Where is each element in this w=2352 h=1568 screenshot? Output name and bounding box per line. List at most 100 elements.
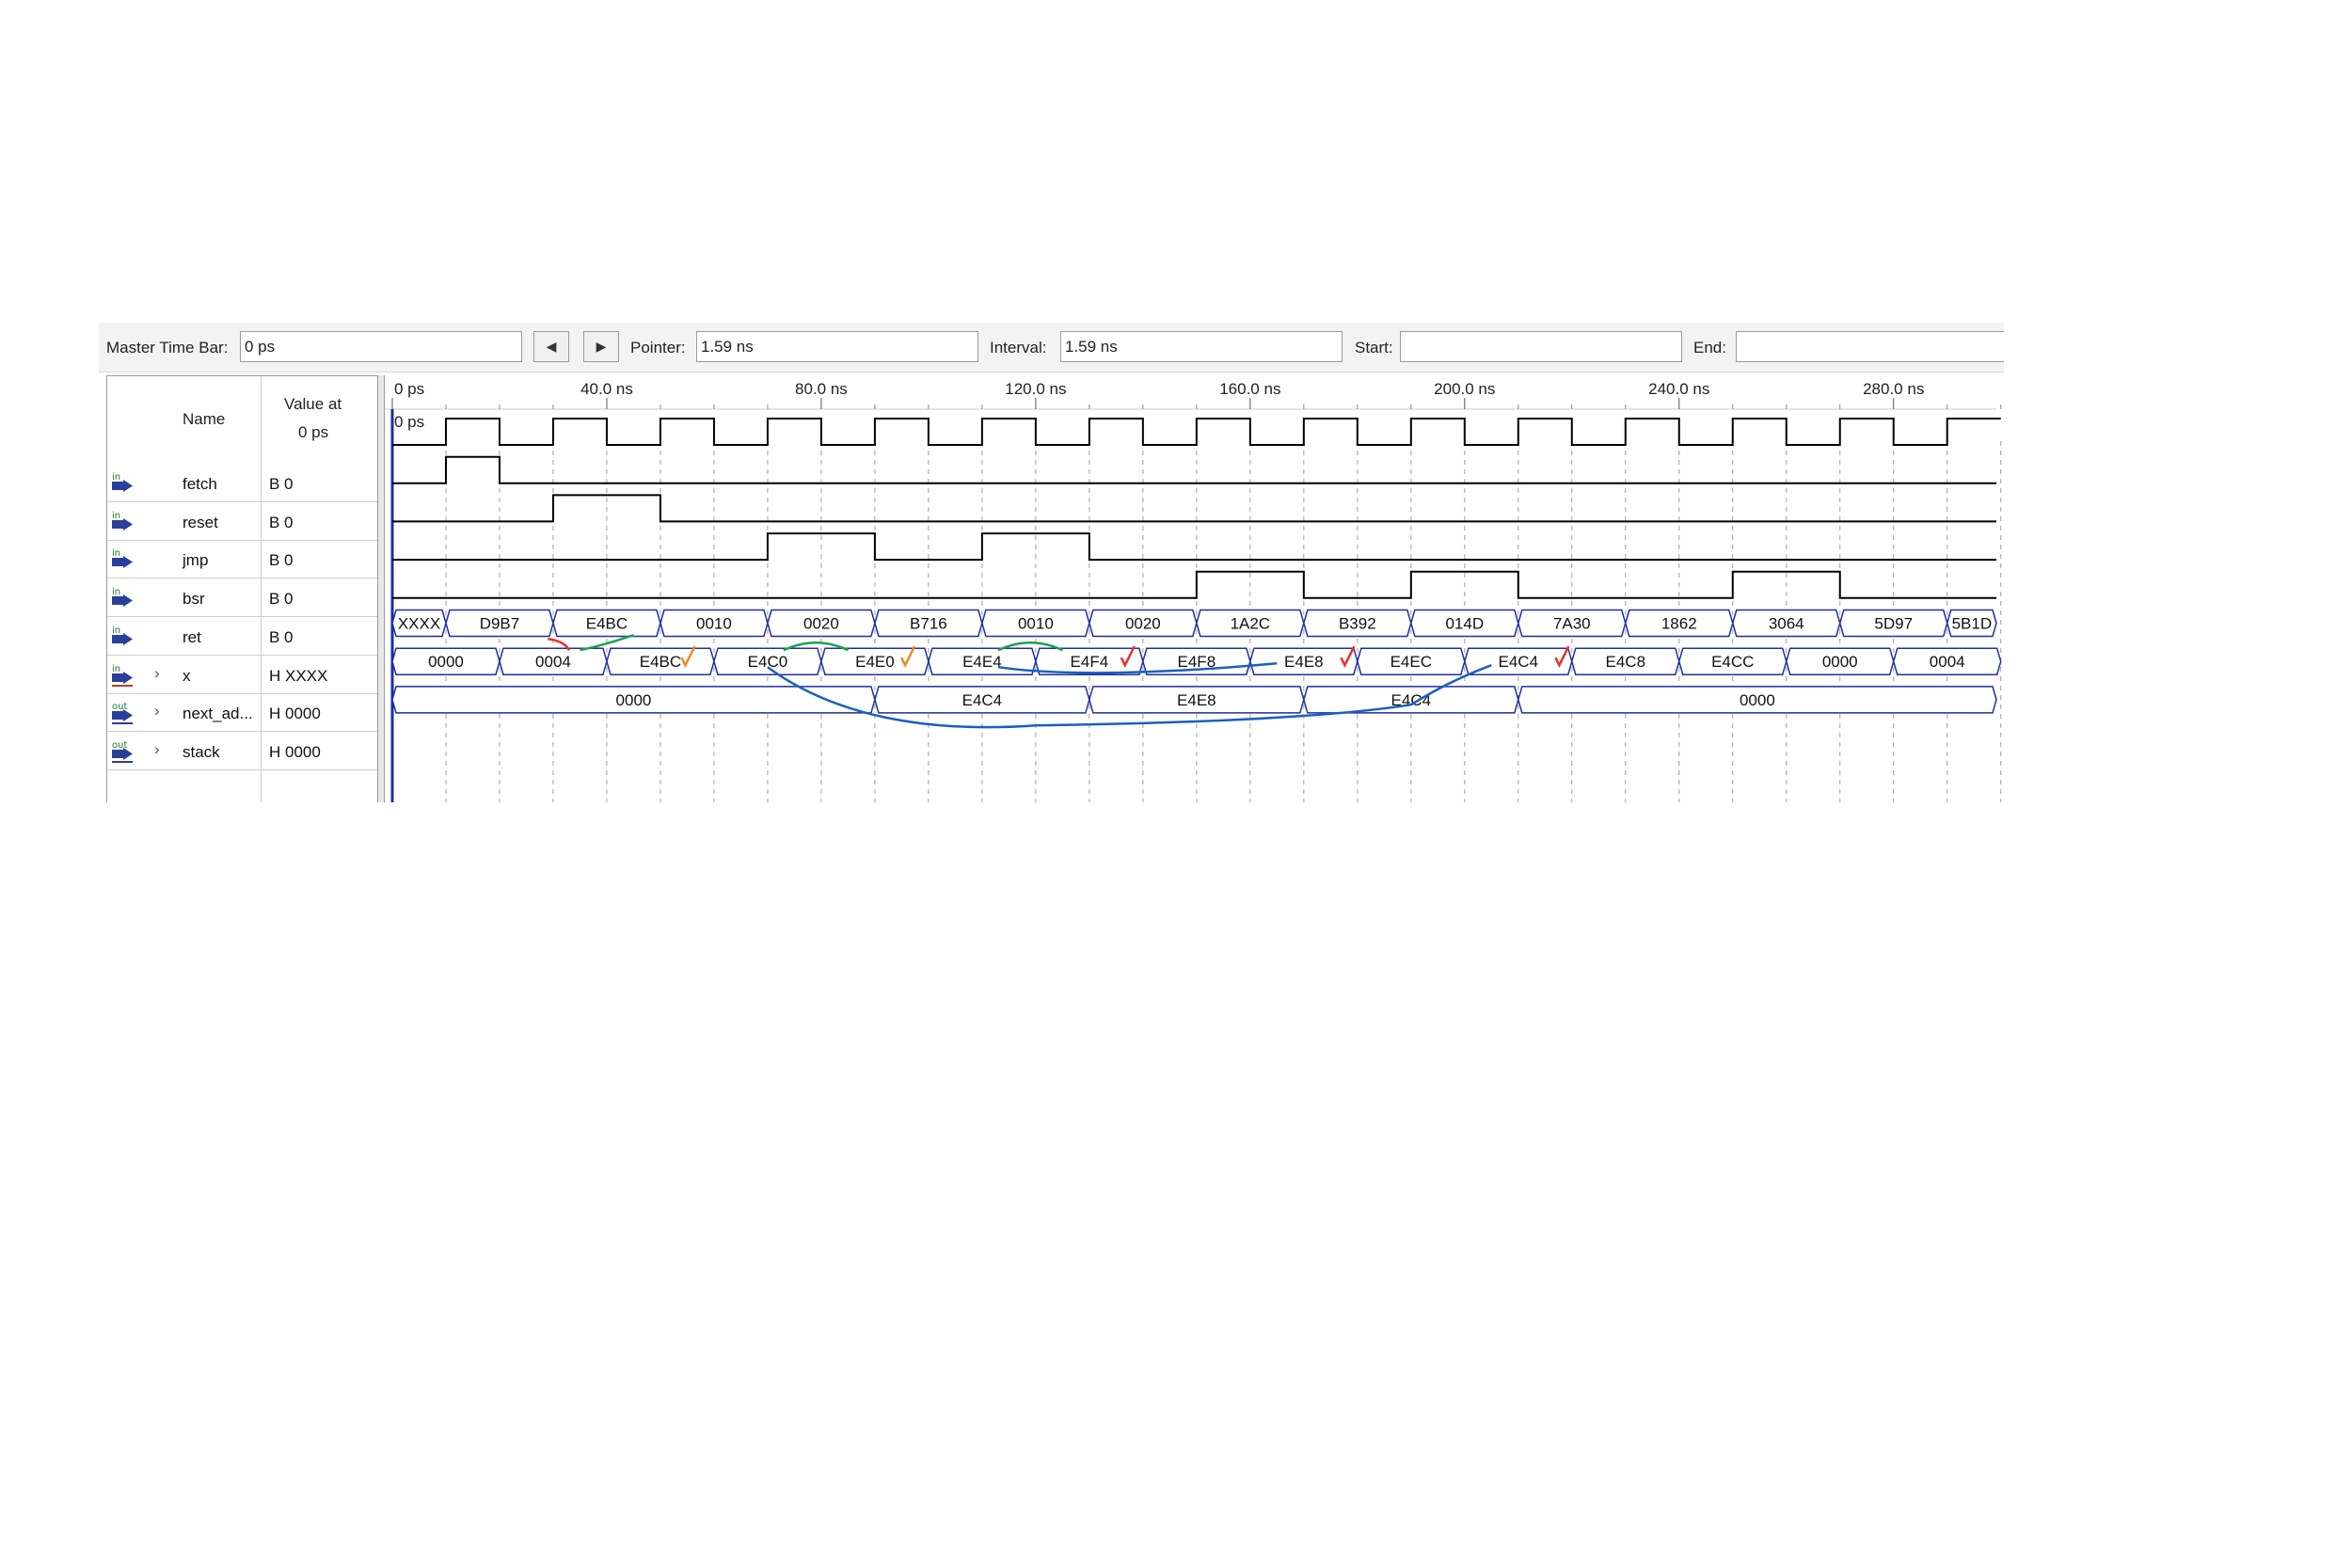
next_ad-bus-value: E4E4 [962,653,1002,671]
signal-name: stack [183,742,220,761]
next_ad-bus-value: E4CC [1711,653,1754,671]
jmp-waveform [392,494,1996,523]
input-pin-icon: in [112,548,133,569]
input-pin-icon: in [112,587,133,608]
signal-row[interactable]: in reset B 0 [107,503,381,541]
signal-name: reset [183,513,218,531]
signal-row[interactable]: in › x H XXXX [107,657,381,694]
signal-name: bsr [183,590,205,609]
output-pin-icon: out [112,702,133,725]
signal-name-pane: Name Value at 0 ps in fetch B 0 in reset B 0i… [106,375,381,802]
stack-bus-value: 0000 [1740,691,1775,709]
svg-text:in: in [112,548,120,559]
input-pin-icon: in [112,626,133,645]
svg-text:in: in [112,511,120,521]
next_ad-bus-value: E4C4 [1499,653,1539,671]
time-toolbar: Master Time Bar: 0 ps ◀ ▶ Pointer: 1.59 … [99,323,2004,372]
signal-value: H 0000 [269,742,321,761]
output-pin-icon: out [112,740,133,763]
signal-value: B 0 [269,590,294,609]
start-label: Start: [1355,339,1393,356]
signal-row[interactable]: in bsr B 0 [107,579,381,618]
x-bus-value: 0010 [1018,615,1054,633]
svg-text:in: in [112,472,120,483]
signal-name: x [183,666,191,685]
signal-value: H XXXX [269,666,328,685]
ruler-tick-label: 80.0 ns [795,380,848,398]
signal-row[interactable]: in fetch B 0 [107,465,381,502]
ruler-tick-label: 280.0 ns [1863,380,1924,398]
signal-value: H 0000 [269,705,321,723]
signal-name: ret [183,627,201,646]
waveform-pane[interactable]: 0 ps 40.0 ns 80.0 ns 120.0 ns 160.0 ns 200.0 … [385,375,2004,802]
ruler-tick-label: 40.0 ns [580,380,633,398]
next_ad-bus-value: 0004 [1930,653,1965,671]
master-time-bar-field[interactable]: 0 ps [240,331,522,362]
x-bus-value: 0020 [803,615,839,633]
cursor-time-label: 0 ps [394,413,424,431]
next_ad-bus-value: E4BC [640,653,681,671]
previous-transition-button[interactable]: ◀ [533,331,569,362]
chevron-right-icon[interactable]: › [154,664,160,683]
next_ad-bus-value: 0000 [428,653,464,671]
signal-value: B 0 [269,513,294,531]
ruler-tick-label: 160.0 ns [1219,380,1280,398]
reset-waveform [392,455,1996,484]
pointer-label: Pointer: [630,339,686,356]
x-bus-value: XXXX [398,615,440,633]
start-field[interactable] [1400,331,1682,362]
x-bus-value: 5B1D [1952,615,1993,633]
signal-value: B 0 [269,475,294,493]
svg-text:in: in [112,664,120,674]
ruler-tick-label: 120.0 ns [1005,380,1066,398]
x-bus-value: 7A30 [1553,615,1591,633]
input-pin-icon: in [112,511,133,531]
interval-field[interactable]: 1.59 ns [1060,331,1343,362]
next_ad-bus-value: E4E8 [1284,653,1324,671]
next_ad-bus-value: E4E0 [855,653,895,671]
x-bus-value: 014D [1445,615,1484,633]
signal-name: jmp [183,551,209,570]
signal-row[interactable]: in jmp B 0 [107,541,381,579]
triangle-left-icon: ◀ [546,339,557,354]
x-bus-value: 1862 [1661,615,1697,633]
stack-bus-value: E4E8 [1177,691,1216,709]
pane-splitter[interactable] [377,375,385,802]
input-pin-icon: in [112,664,133,687]
x-bus-value: 3064 [1769,615,1804,633]
next_ad-bus-value: E4F4 [1071,653,1109,671]
ruler-tick-label: 200.0 ns [1434,380,1495,398]
x-bus-value: B392 [1339,615,1376,633]
signal-value: B 0 [269,551,294,570]
next_ad-bus-value: 0000 [1822,653,1858,671]
pointer-field[interactable]: 1.59 ns [696,331,978,362]
x-bus-value: B716 [910,615,947,633]
signal-row[interactable]: out › next_ad... H 0000 [107,694,381,733]
ruler-tick-label: 0 ps [394,380,424,398]
input-pin-icon: in [112,472,133,492]
x-bus-value: D9B7 [480,615,520,633]
signal-value: B 0 [269,627,294,646]
end-label: End: [1693,339,1726,356]
x-bus-value: 1A2C [1231,615,1271,633]
signal-name: next_ad... [183,705,253,723]
chevron-right-icon[interactable]: › [154,740,160,759]
next-transition-button[interactable]: ▶ [583,331,619,362]
waveform-window: Master Time Bar: 0 ps ◀ ▶ Pointer: 1.59 … [99,323,2004,802]
signal-name: fetch [183,475,217,493]
value-column-header: Value at [284,395,342,413]
signal-row[interactable]: out › stack H 0000 [107,733,381,770]
chevron-right-icon[interactable]: › [154,702,160,721]
stack-bus-value: 0000 [616,691,652,709]
ruler-tick-label: 240.0 ns [1648,380,1709,398]
interval-label: Interval: [990,339,1047,356]
bsr-waveform [392,532,1996,562]
x-bus-value: 5D97 [1874,615,1913,633]
x-bus-value: E4BC [586,615,628,633]
next_ad-bus-value: E4C8 [1606,653,1646,671]
value-column-header-time: 0 ps [298,423,329,441]
master-time-bar-label: Master Time Bar: [106,339,229,356]
ret-waveform [392,570,1996,599]
end-field[interactable] [1736,331,2004,362]
signal-row[interactable]: in ret B 0 [107,618,381,656]
